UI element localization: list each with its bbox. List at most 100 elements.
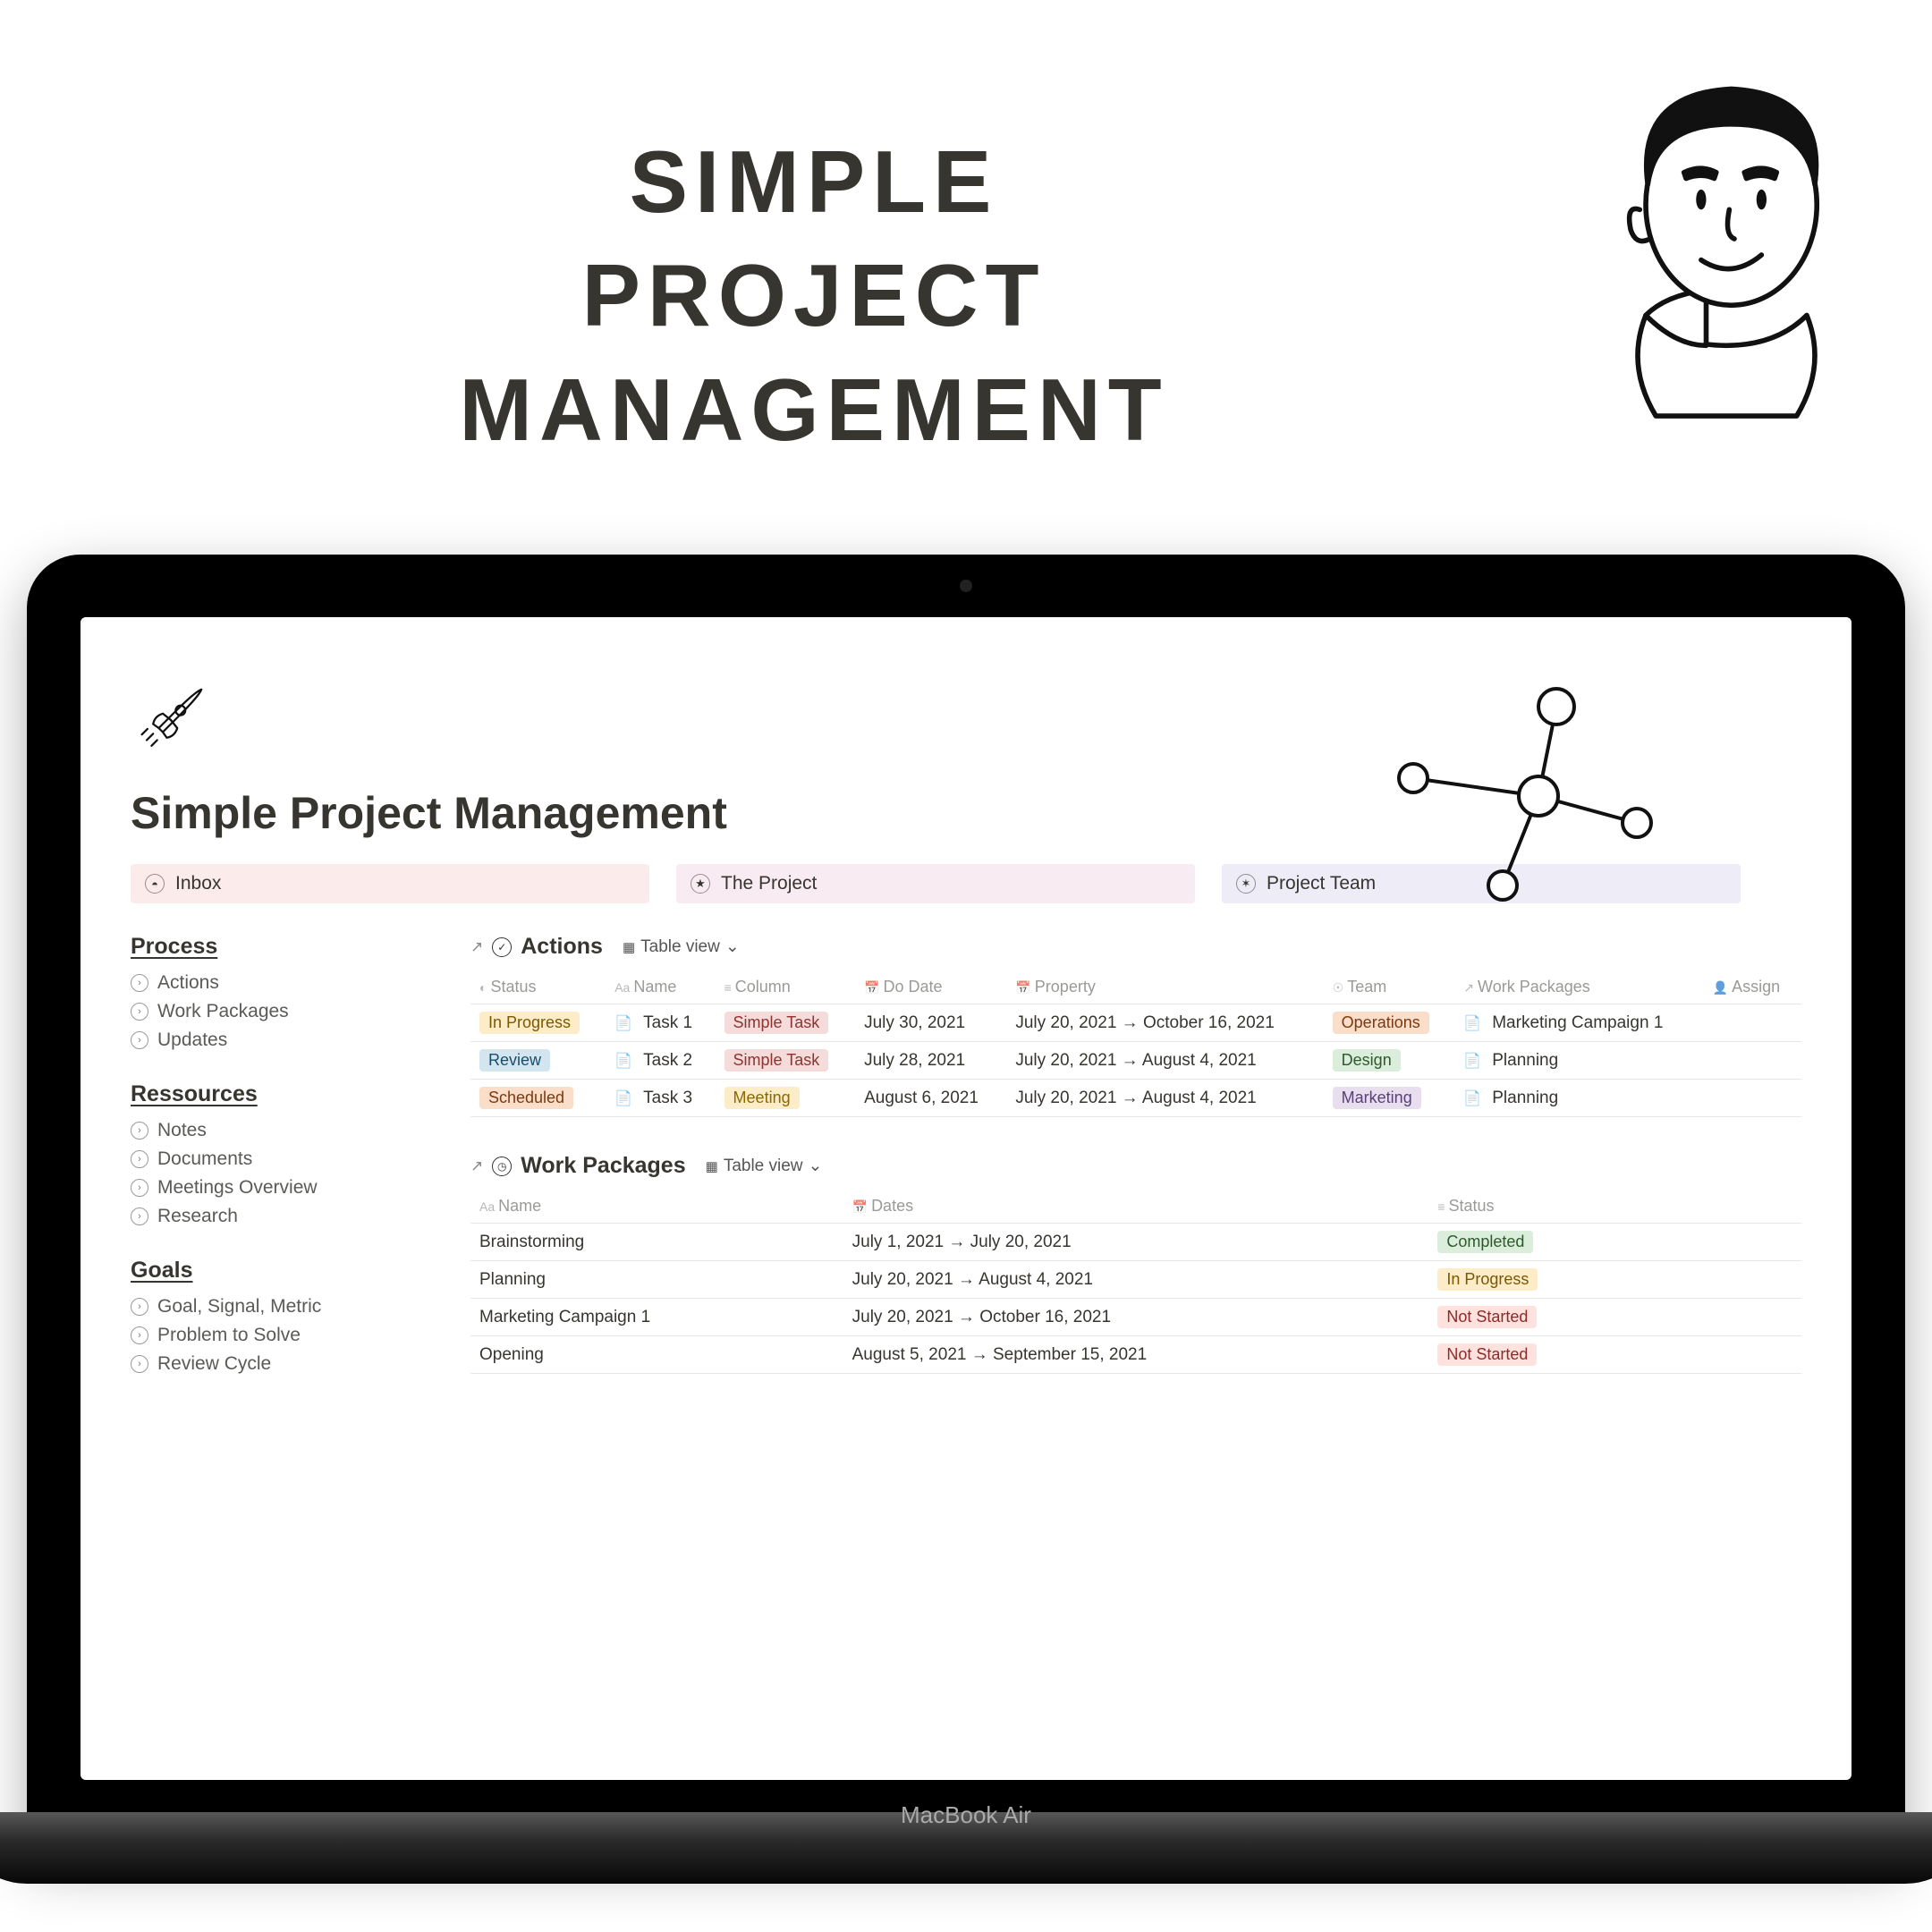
property-date: July 20, 2021 → August 4, 2021	[1006, 1080, 1323, 1117]
table-row[interactable]: In Progress📄Task 1Simple TaskJuly 30, 20…	[470, 1004, 1801, 1042]
column-header[interactable]: 📅Dates	[843, 1190, 1429, 1224]
column-header[interactable]: AaName	[606, 970, 715, 1004]
banner-project-label: The Project	[721, 873, 817, 894]
sidebar-item[interactable]: › Meetings Overview	[131, 1174, 444, 1202]
page-icon: ›	[131, 1208, 148, 1225]
column-header[interactable]: ↗Work Packages	[1454, 970, 1703, 1004]
page-icon: ›	[131, 1003, 148, 1021]
wp-link: Planning	[1492, 1089, 1558, 1108]
sidebar-item-label: Documents	[157, 1148, 252, 1170]
row-name: Opening	[470, 1336, 843, 1374]
wp-table: AaName📅Dates≡Status BrainstormingJuly 1,…	[470, 1190, 1801, 1374]
column-tag: Simple Task	[724, 1049, 829, 1072]
table-row[interactable]: PlanningJuly 20, 2021 → August 4, 2021 In…	[470, 1261, 1801, 1299]
sidebar-item[interactable]: ›Updates	[131, 1026, 444, 1055]
dates: July 20, 2021 → October 16, 2021	[843, 1299, 1429, 1336]
sidebar-ressources-heading: Ressources	[131, 1081, 444, 1107]
row-name: Marketing Campaign 1	[470, 1299, 843, 1336]
sidebar-item[interactable]: › Research	[131, 1202, 444, 1231]
open-link-icon[interactable]: ↗	[470, 1157, 483, 1175]
page-icon: ›	[131, 1150, 148, 1168]
page-icon: ›	[131, 1179, 148, 1197]
status-tag: Review	[479, 1049, 550, 1072]
avatar-illustration	[1574, 54, 1878, 456]
table-row[interactable]: Marketing Campaign 1July 20, 2021 → Octo…	[470, 1299, 1801, 1336]
row-name: Task 2	[643, 1051, 692, 1071]
banner-inbox-label: Inbox	[175, 873, 221, 894]
column-header[interactable]: ☉Team	[1324, 970, 1455, 1004]
sidebar-item[interactable]: ›Goal, Signal, Metric	[131, 1292, 444, 1321]
column-header[interactable]: ≡Column	[716, 970, 856, 1004]
table-row[interactable]: OpeningAugust 5, 2021 → September 15, 20…	[470, 1336, 1801, 1374]
row-name: Brainstorming	[470, 1224, 843, 1261]
row-name: Task 1	[643, 1013, 692, 1033]
sidebar-item-label: Meetings Overview	[157, 1177, 318, 1199]
sidebar-process-heading: Process	[131, 934, 444, 960]
page-icon: ›	[131, 1355, 148, 1373]
team-icon: ✶	[1236, 874, 1256, 894]
status-tag: In Progress	[479, 1012, 580, 1034]
laptop-label: MacBook Air	[901, 1801, 1031, 1829]
row-name: Task 3	[643, 1089, 692, 1108]
table-row[interactable]: Scheduled📄Task 3MeetingAugust 6, 2021Jul…	[470, 1080, 1801, 1117]
do-date: July 28, 2021	[855, 1042, 1006, 1080]
open-link-icon[interactable]: ↗	[470, 938, 483, 956]
page-icon: 📄	[614, 1089, 632, 1107]
sidebar-goals-heading: Goals	[131, 1258, 444, 1284]
page-icon: 📄	[1463, 1052, 1481, 1070]
page-icon: 📄	[1463, 1089, 1481, 1107]
row-name: Planning	[470, 1261, 843, 1299]
sidebar-item-label: Actions	[157, 972, 219, 994]
column-header[interactable]: ≡Status	[1428, 1190, 1801, 1224]
main-content: ↗ ✓ Actions ▦ Table view ⌄ ◐StatusAaName…	[470, 934, 1801, 1410]
wp-view-switcher[interactable]: ▦ Table view ⌄	[706, 1156, 823, 1176]
page-icon: 📄	[614, 1014, 632, 1032]
column-header[interactable]: AaName	[470, 1190, 843, 1224]
sidebar-item[interactable]: ›Actions	[131, 969, 444, 997]
column-header[interactable]: ◐Status	[470, 970, 606, 1004]
screen: Simple Project Management ◓ Inbox ★ The …	[80, 617, 1852, 1780]
workpackages-database: ↗ ◷ Work Packages ▦ Table view ⌄ AaName📅…	[470, 1153, 1801, 1374]
sidebar: Process ›Actions›Work Packages›Updates R…	[131, 934, 444, 1410]
table-icon: ▦	[623, 939, 635, 955]
dates: July 20, 2021 → August 4, 2021	[843, 1261, 1429, 1299]
property-date: July 20, 2021 → August 4, 2021	[1006, 1042, 1323, 1080]
wp-view-label: Table view	[724, 1157, 803, 1176]
sidebar-item[interactable]: ›Work Packages	[131, 997, 444, 1026]
page-icon: ›	[131, 1122, 148, 1140]
page-icon: 📄	[614, 1052, 632, 1070]
status-tag: In Progress	[1437, 1268, 1538, 1291]
network-graph-icon	[1395, 680, 1664, 912]
status-tag: Completed	[1437, 1231, 1533, 1253]
status-tag: Not Started	[1437, 1306, 1537, 1328]
sidebar-item[interactable]: › Documents	[131, 1145, 444, 1174]
sidebar-item-label: Research	[157, 1206, 238, 1227]
sidebar-item[interactable]: › Review Cycle	[131, 1350, 444, 1378]
laptop-camera	[960, 580, 972, 592]
sidebar-item[interactable]: ›Problem to Solve	[131, 1321, 444, 1350]
wp-db-icon: ◷	[492, 1157, 512, 1176]
sidebar-process: Process ›Actions›Work Packages›Updates	[131, 934, 444, 1055]
actions-table: ◐StatusAaName≡Column📅Do Date📅Property☉Te…	[470, 970, 1801, 1117]
sidebar-item-label: Review Cycle	[157, 1353, 271, 1375]
team-tag: Design	[1333, 1049, 1401, 1072]
status-tag: Scheduled	[479, 1087, 573, 1109]
rocket-icon	[131, 680, 211, 760]
actions-view-switcher[interactable]: ▦ Table view ⌄	[623, 936, 740, 957]
status-tag: Not Started	[1437, 1343, 1537, 1366]
property-date: July 20, 2021 → October 16, 2021	[1006, 1004, 1323, 1042]
column-header[interactable]: 📅Do Date	[855, 970, 1006, 1004]
sidebar-item[interactable]: ›Notes	[131, 1116, 444, 1145]
column-header[interactable]: 📅Property	[1006, 970, 1323, 1004]
banner-project[interactable]: ★ The Project	[676, 864, 1195, 903]
page-icon: ›	[131, 1298, 148, 1316]
banner-inbox[interactable]: ◓ Inbox	[131, 864, 649, 903]
table-row[interactable]: Review 📄 Task 2 Simple Task July 28, 2021Jul…	[470, 1042, 1801, 1080]
table-row[interactable]: BrainstormingJuly 1, 2021 → July 20, 202…	[470, 1224, 1801, 1261]
actions-view-label: Table view	[640, 937, 720, 957]
column-header[interactable]: 👤Assign	[1704, 970, 1801, 1004]
actions-database: ↗ ✓ Actions ▦ Table view ⌄ ◐StatusAaName…	[470, 934, 1801, 1117]
banner-team-label: Project Team	[1267, 873, 1376, 894]
sidebar-item-label: Updates	[157, 1030, 227, 1051]
do-date: July 30, 2021	[855, 1004, 1006, 1042]
